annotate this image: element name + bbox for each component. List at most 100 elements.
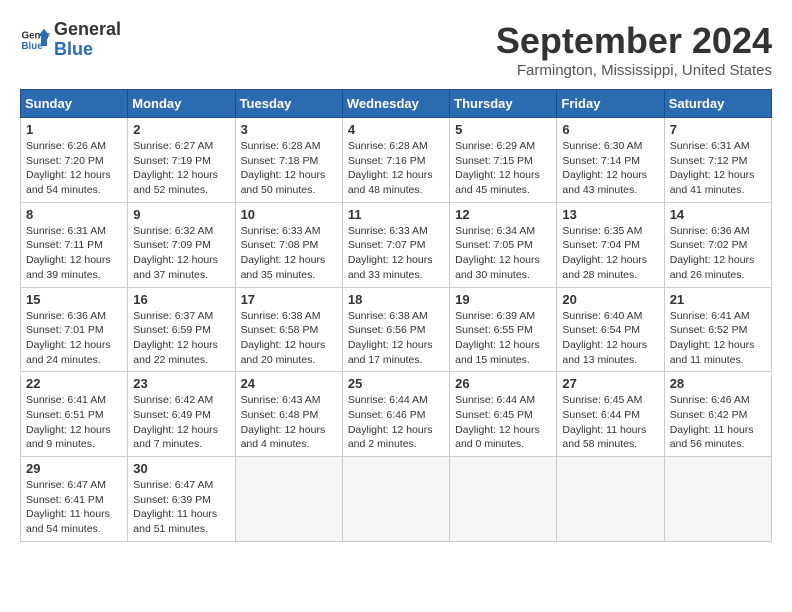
day-number: 23: [133, 376, 229, 391]
day-number: 15: [26, 292, 122, 307]
day-info: Sunrise: 6:28 AM Sunset: 7:18 PM Dayligh…: [241, 139, 337, 198]
day-number: 21: [670, 292, 766, 307]
day-info: Sunrise: 6:29 AM Sunset: 7:15 PM Dayligh…: [455, 139, 551, 198]
day-info: Sunrise: 6:33 AM Sunset: 7:07 PM Dayligh…: [348, 224, 444, 283]
calendar-day-cell: 7 Sunrise: 6:31 AM Sunset: 7:12 PM Daylig…: [664, 118, 771, 203]
month-title: September 2024: [496, 20, 772, 62]
day-number: 9: [133, 207, 229, 222]
calendar-day-cell: 24Sunrise: 6:43 AM Sunset: 6:48 PM Dayli…: [235, 372, 342, 457]
logo-icon: General Blue: [20, 25, 50, 55]
calendar-day-cell: 3 Sunrise: 6:28 AM Sunset: 7:18 PM Daylig…: [235, 118, 342, 203]
day-of-week-header: Sunday: [21, 90, 128, 118]
calendar-day-cell: 28 Sunrise: 6:46 AM Sunset: 6:42 PM Dayli…: [664, 372, 771, 457]
svg-text:Blue: Blue: [22, 41, 44, 52]
calendar-day-cell: 20 Sunrise: 6:40 AM Sunset: 6:54 PM Dayli…: [557, 287, 664, 372]
day-number: 29: [26, 461, 122, 476]
day-number: 26: [455, 376, 551, 391]
title-area: September 2024 Farmington, Mississippi, …: [496, 20, 772, 79]
day-info: Sunrise: 6:27 AM Sunset: 7:19 PM Dayligh…: [133, 139, 229, 198]
calendar-day-cell: 22 Sunrise: 6:41 AM Sunset: 6:51 PM Dayli…: [21, 372, 128, 457]
calendar-day-cell: 11Sunrise: 6:33 AM Sunset: 7:07 PM Dayli…: [342, 202, 449, 287]
day-info: Sunrise: 6:46 AM Sunset: 6:42 PM Dayligh…: [670, 393, 766, 452]
day-number: 12: [455, 207, 551, 222]
calendar-day-cell: [342, 457, 449, 542]
calendar-day-cell: 29Sunrise: 6:47 AM Sunset: 6:41 PM Dayli…: [21, 457, 128, 542]
logo: General Blue General Blue: [20, 20, 121, 60]
day-info: Sunrise: 6:32 AM Sunset: 7:09 PM Dayligh…: [133, 224, 229, 283]
day-of-week-header: Wednesday: [342, 90, 449, 118]
calendar-day-cell: [664, 457, 771, 542]
page-header: General Blue General Blue September 2024…: [20, 20, 772, 79]
calendar-day-cell: 17Sunrise: 6:38 AM Sunset: 6:58 PM Dayli…: [235, 287, 342, 372]
day-info: Sunrise: 6:35 AM Sunset: 7:04 PM Dayligh…: [562, 224, 658, 283]
day-number: 20: [562, 292, 658, 307]
calendar-week-row: 29Sunrise: 6:47 AM Sunset: 6:41 PM Dayli…: [21, 457, 772, 542]
day-number: 1: [26, 122, 122, 137]
day-of-week-header: Tuesday: [235, 90, 342, 118]
calendar-week-row: 22 Sunrise: 6:41 AM Sunset: 6:51 PM Dayli…: [21, 372, 772, 457]
day-number: 5: [455, 122, 551, 137]
calendar-day-cell: 6Sunrise: 6:30 AM Sunset: 7:14 PM Daylig…: [557, 118, 664, 203]
calendar-day-cell: 9 Sunrise: 6:32 AM Sunset: 7:09 PM Daylig…: [128, 202, 235, 287]
day-info: Sunrise: 6:31 AM Sunset: 7:11 PM Dayligh…: [26, 224, 122, 283]
day-number: 3: [241, 122, 337, 137]
day-info: Sunrise: 6:30 AM Sunset: 7:14 PM Dayligh…: [562, 139, 658, 198]
day-number: 18: [348, 292, 444, 307]
day-info: Sunrise: 6:38 AM Sunset: 6:58 PM Dayligh…: [241, 309, 337, 368]
logo-line2: Blue: [54, 40, 121, 60]
day-number: 22: [26, 376, 122, 391]
day-number: 27: [562, 376, 658, 391]
day-number: 25: [348, 376, 444, 391]
day-of-week-header: Monday: [128, 90, 235, 118]
day-info: Sunrise: 6:26 AM Sunset: 7:20 PM Dayligh…: [26, 139, 122, 198]
location-title: Farmington, Mississippi, United States: [496, 62, 772, 79]
day-number: 14: [670, 207, 766, 222]
calendar-day-cell: 10 Sunrise: 6:33 AM Sunset: 7:08 PM Dayli…: [235, 202, 342, 287]
day-number: 8: [26, 207, 122, 222]
calendar-header-row: SundayMondayTuesdayWednesdayThursdayFrid…: [21, 90, 772, 118]
calendar-day-cell: 15Sunrise: 6:36 AM Sunset: 7:01 PM Dayli…: [21, 287, 128, 372]
calendar-day-cell: 30 Sunrise: 6:47 AM Sunset: 6:39 PM Dayli…: [128, 457, 235, 542]
day-info: Sunrise: 6:41 AM Sunset: 6:52 PM Dayligh…: [670, 309, 766, 368]
calendar-day-cell: 23 Sunrise: 6:42 AM Sunset: 6:49 PM Dayli…: [128, 372, 235, 457]
calendar-day-cell: 12 Sunrise: 6:34 AM Sunset: 7:05 PM Dayli…: [450, 202, 557, 287]
day-info: Sunrise: 6:45 AM Sunset: 6:44 PM Dayligh…: [562, 393, 658, 452]
calendar-day-cell: [450, 457, 557, 542]
calendar-day-cell: 13 Sunrise: 6:35 AM Sunset: 7:04 PM Dayli…: [557, 202, 664, 287]
calendar-day-cell: 27 Sunrise: 6:45 AM Sunset: 6:44 PM Dayli…: [557, 372, 664, 457]
day-info: Sunrise: 6:33 AM Sunset: 7:08 PM Dayligh…: [241, 224, 337, 283]
day-info: Sunrise: 6:40 AM Sunset: 6:54 PM Dayligh…: [562, 309, 658, 368]
day-info: Sunrise: 6:43 AM Sunset: 6:48 PM Dayligh…: [241, 393, 337, 452]
day-info: Sunrise: 6:28 AM Sunset: 7:16 PM Dayligh…: [348, 139, 444, 198]
calendar-table: SundayMondayTuesdayWednesdayThursdayFrid…: [20, 89, 772, 542]
day-number: 10: [241, 207, 337, 222]
day-number: 2: [133, 122, 229, 137]
day-number: 28: [670, 376, 766, 391]
calendar-week-row: 1 Sunrise: 6:26 AM Sunset: 7:20 PM Daylig…: [21, 118, 772, 203]
calendar-day-cell: 5 Sunrise: 6:29 AM Sunset: 7:15 PM Daylig…: [450, 118, 557, 203]
day-info: Sunrise: 6:31 AM Sunset: 7:12 PM Dayligh…: [670, 139, 766, 198]
day-info: Sunrise: 6:39 AM Sunset: 6:55 PM Dayligh…: [455, 309, 551, 368]
calendar-week-row: 8 Sunrise: 6:31 AM Sunset: 7:11 PM Daylig…: [21, 202, 772, 287]
day-number: 7: [670, 122, 766, 137]
calendar-day-cell: 26Sunrise: 6:44 AM Sunset: 6:45 PM Dayli…: [450, 372, 557, 457]
calendar-week-row: 15Sunrise: 6:36 AM Sunset: 7:01 PM Dayli…: [21, 287, 772, 372]
day-info: Sunrise: 6:36 AM Sunset: 7:02 PM Dayligh…: [670, 224, 766, 283]
day-of-week-header: Thursday: [450, 90, 557, 118]
day-info: Sunrise: 6:41 AM Sunset: 6:51 PM Dayligh…: [26, 393, 122, 452]
calendar-day-cell: 1 Sunrise: 6:26 AM Sunset: 7:20 PM Daylig…: [21, 118, 128, 203]
day-info: Sunrise: 6:34 AM Sunset: 7:05 PM Dayligh…: [455, 224, 551, 283]
day-info: Sunrise: 6:42 AM Sunset: 6:49 PM Dayligh…: [133, 393, 229, 452]
calendar-day-cell: 18 Sunrise: 6:38 AM Sunset: 6:56 PM Dayli…: [342, 287, 449, 372]
day-number: 13: [562, 207, 658, 222]
calendar-day-cell: 8 Sunrise: 6:31 AM Sunset: 7:11 PM Daylig…: [21, 202, 128, 287]
day-number: 30: [133, 461, 229, 476]
logo-text: General Blue: [54, 20, 121, 60]
day-info: Sunrise: 6:38 AM Sunset: 6:56 PM Dayligh…: [348, 309, 444, 368]
day-info: Sunrise: 6:37 AM Sunset: 6:59 PM Dayligh…: [133, 309, 229, 368]
day-info: Sunrise: 6:47 AM Sunset: 6:39 PM Dayligh…: [133, 478, 229, 537]
calendar-day-cell: 2 Sunrise: 6:27 AM Sunset: 7:19 PM Daylig…: [128, 118, 235, 203]
calendar-day-cell: [557, 457, 664, 542]
day-of-week-header: Friday: [557, 90, 664, 118]
day-number: 4: [348, 122, 444, 137]
